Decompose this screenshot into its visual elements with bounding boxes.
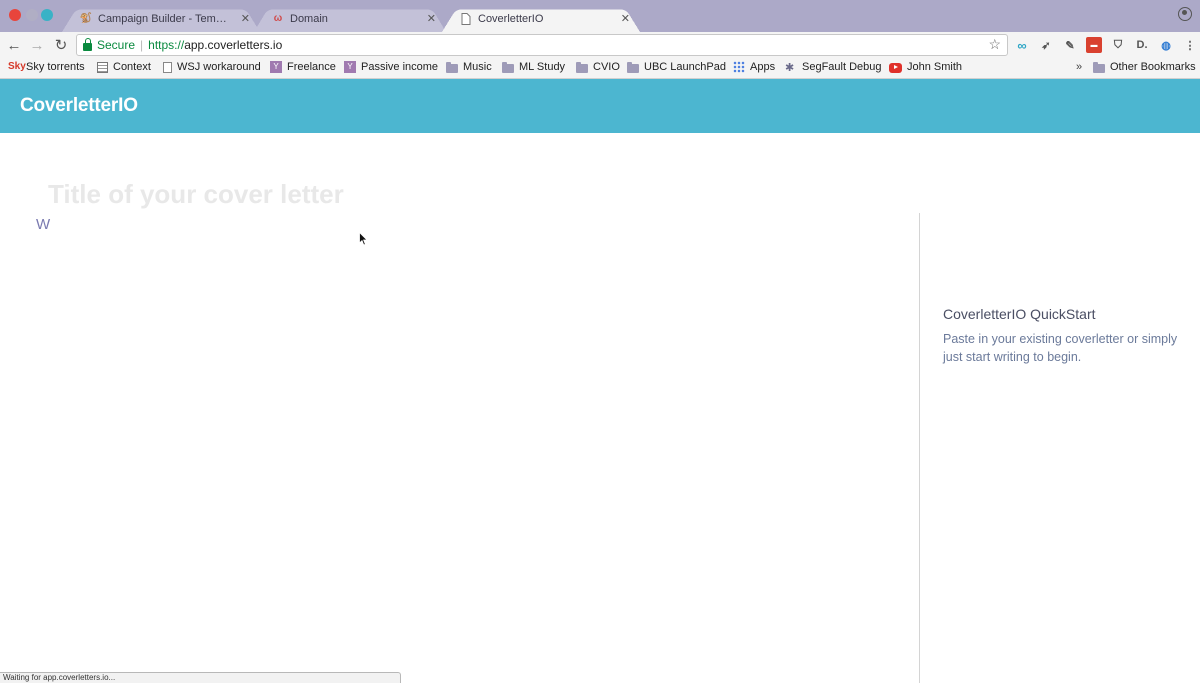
bookmark-passive-income[interactable]: Y Passive income bbox=[344, 61, 438, 73]
tab-domain[interactable]: ω Domain ✕ bbox=[254, 5, 446, 32]
rocket-extension-icon[interactable]: ➶ bbox=[1038, 37, 1054, 53]
bookmark-john-smith[interactable]: John Smith bbox=[889, 61, 962, 73]
url-host: app.coverletters.io bbox=[184, 38, 283, 52]
app-logo-title[interactable]: CoverletterIO bbox=[20, 95, 138, 117]
y-combinator-icon: Y bbox=[270, 61, 282, 73]
bookmark-cvio[interactable]: CVIO bbox=[576, 61, 620, 73]
bookmark-wsj-workaround[interactable]: WSJ workaround bbox=[163, 61, 261, 73]
browser-toolbar: ← → ↻ Secure | https:// app.coverletters… bbox=[0, 32, 1200, 58]
red-extension-icon[interactable]: ▬ bbox=[1086, 37, 1102, 53]
body-text: W bbox=[36, 216, 51, 233]
tab-close-icon[interactable]: ✕ bbox=[621, 12, 630, 25]
infinity-extension-icon[interactable]: ∞ bbox=[1014, 37, 1030, 53]
quickstart-title: CoverletterIO QuickStart bbox=[943, 306, 1096, 322]
eyedropper-extension-icon[interactable]: ✎ bbox=[1062, 37, 1078, 53]
omnibox-separator: | bbox=[140, 38, 144, 52]
bookmark-apps[interactable]: Apps bbox=[733, 61, 775, 73]
other-bookmarks[interactable]: Other Bookmarks bbox=[1093, 61, 1196, 73]
document-icon bbox=[97, 61, 108, 73]
menu-kebab-icon[interactable]: ⋮ bbox=[1182, 37, 1198, 53]
y-combinator-icon: Y bbox=[344, 61, 356, 73]
profile-icon[interactable] bbox=[1178, 7, 1192, 21]
maximize-window-button[interactable] bbox=[41, 9, 53, 21]
shield-extension-icon[interactable]: ⛉ bbox=[1110, 37, 1126, 53]
forward-arrow-icon[interactable]: → bbox=[28, 36, 46, 54]
folder-icon bbox=[576, 61, 588, 73]
bookmark-freelance[interactable]: Y Freelance bbox=[270, 61, 336, 73]
bookmarks-bar: Sky Sky torrents Context WSJ workaround … bbox=[0, 58, 1200, 79]
bookmark-sky-torrents[interactable]: Sky Sky torrents bbox=[8, 61, 85, 73]
lock-icon bbox=[83, 37, 92, 51]
cover-letter-title-input[interactable] bbox=[48, 176, 888, 212]
browser-tabstrip: 🐒 Campaign Builder - Template ✕ ω Domain… bbox=[0, 0, 1200, 32]
folder-icon bbox=[627, 61, 639, 73]
bookmarks-overflow-icon[interactable]: » bbox=[1076, 61, 1082, 73]
extension-icons: ∞ ➶ ✎ ▬ ⛉ D. ◍ ⋮ bbox=[1014, 37, 1198, 53]
back-arrow-icon[interactable]: ← bbox=[5, 36, 23, 54]
status-bubble: Waiting for app.coverletters.io... bbox=[0, 672, 401, 683]
url-scheme: https:// bbox=[148, 38, 185, 52]
bookmark-music[interactable]: Music bbox=[446, 61, 492, 73]
apps-grid-icon bbox=[733, 61, 745, 73]
folder-icon bbox=[446, 61, 458, 73]
youtube-icon bbox=[889, 62, 902, 73]
d-extension-icon[interactable]: D. bbox=[1134, 37, 1150, 53]
address-bar[interactable]: Secure | https:// app.coverletters.io ☆ bbox=[76, 34, 1008, 56]
minimize-window-button[interactable] bbox=[26, 9, 38, 21]
tab-close-icon[interactable]: ✕ bbox=[241, 12, 250, 25]
domain-favicon-icon: ω bbox=[273, 13, 283, 24]
tab-close-icon[interactable]: ✕ bbox=[427, 12, 436, 25]
app-header: CoverletterIO bbox=[0, 79, 1200, 133]
close-window-button[interactable] bbox=[9, 9, 21, 21]
cover-letter-body-editor[interactable]: W bbox=[36, 216, 896, 656]
page-icon bbox=[460, 12, 472, 25]
bookmark-ml-study[interactable]: ML Study bbox=[502, 61, 565, 73]
bookmark-star-icon[interactable]: ☆ bbox=[988, 36, 1001, 53]
globe-extension-icon[interactable]: ◍ bbox=[1158, 37, 1174, 53]
tab-coverletterio[interactable]: CoverletterIO ✕ bbox=[442, 5, 640, 32]
bug-icon: ✱ bbox=[785, 62, 795, 74]
bookmark-ubc-launchpad[interactable]: UBC LaunchPad bbox=[627, 61, 726, 73]
mailchimp-icon: 🐒 bbox=[79, 13, 93, 24]
bookmark-segfault-debug[interactable]: ✱ SegFault Debug bbox=[785, 61, 882, 74]
sky-icon: Sky bbox=[8, 61, 26, 72]
reload-icon[interactable]: ↻ bbox=[52, 36, 70, 54]
bookmark-context[interactable]: Context bbox=[97, 61, 151, 73]
sidebar-divider bbox=[919, 213, 920, 683]
security-label: Secure bbox=[97, 38, 136, 52]
folder-icon bbox=[1093, 61, 1105, 73]
folder-icon bbox=[502, 61, 514, 73]
page-icon bbox=[163, 61, 172, 73]
mouse-cursor-icon bbox=[359, 232, 368, 246]
quickstart-text: Paste in your existing coverletter or si… bbox=[943, 332, 1178, 364]
tab-campaign-builder[interactable]: 🐒 Campaign Builder - Template ✕ bbox=[62, 5, 260, 32]
